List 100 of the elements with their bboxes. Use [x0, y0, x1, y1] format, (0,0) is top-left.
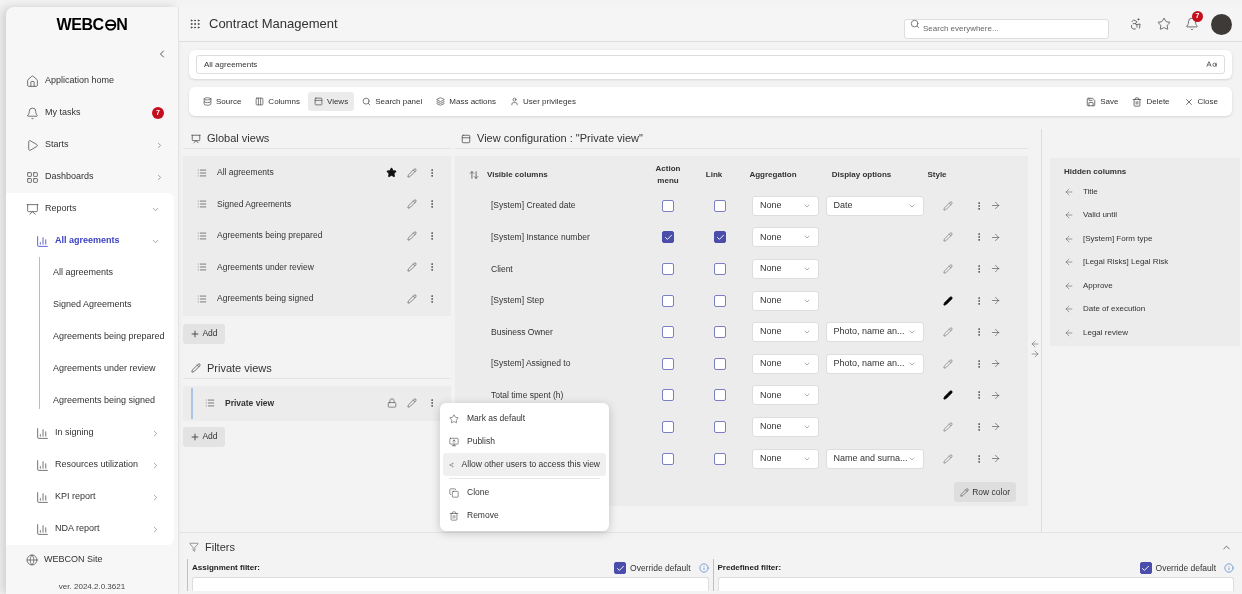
edit-icon[interactable] — [407, 262, 417, 273]
arrow-left-icon[interactable] — [1064, 233, 1074, 244]
tab[interactable]: Search panel — [356, 92, 429, 111]
checkbox[interactable] — [714, 357, 726, 370]
arrow-left-icon[interactable] — [1064, 304, 1074, 315]
sidebar-item[interactable]: All agreements — [6, 257, 174, 289]
menu-item[interactable]: Remove — [443, 504, 606, 527]
tab[interactable]: Columns — [249, 92, 306, 111]
filter-field[interactable] — [717, 577, 1234, 591]
view-item[interactable]: Signed Agreements — [183, 188, 451, 220]
sidebar-item[interactable]: Dashboards — [6, 161, 178, 193]
menu-item[interactable]: Publish — [443, 430, 606, 453]
view-item[interactable]: Agreements being prepared — [183, 220, 451, 252]
sidebar-item[interactable]: Agreements under review — [6, 353, 174, 385]
dropdown[interactable]: None — [752, 353, 819, 374]
sidebar-item[interactable]: Starts — [6, 129, 178, 161]
checkbox[interactable] — [662, 452, 674, 465]
dropdown[interactable]: Photo, name an... — [825, 322, 924, 343]
checkbox[interactable] — [714, 389, 726, 402]
checkbox[interactable] — [714, 452, 726, 465]
sidebar-item[interactable]: Reports — [6, 193, 174, 225]
edit-icon[interactable] — [407, 398, 417, 408]
sidebar-item[interactable]: Signed Agreements — [6, 289, 174, 321]
checkbox[interactable] — [662, 294, 674, 307]
arrow-right-icon[interactable] — [990, 421, 1001, 433]
checkbox[interactable] — [662, 357, 674, 370]
sidebar-item[interactable]: In signing — [6, 417, 174, 449]
tab[interactable]: Source — [197, 92, 248, 111]
tab[interactable]: Mass actions — [430, 92, 502, 111]
sidebar-item[interactable]: KPI report — [6, 481, 174, 513]
dropdown[interactable]: None — [752, 259, 819, 279]
arrow-left-icon[interactable] — [1064, 186, 1074, 197]
tab[interactable]: User privileges — [504, 92, 582, 111]
arrow-right-icon[interactable] — [990, 295, 1001, 307]
toolbar-button[interactable]: Close — [1177, 92, 1224, 111]
edit-icon[interactable] — [407, 199, 417, 210]
add-button[interactable]: Add — [183, 323, 225, 344]
arrow-left-icon[interactable] — [1064, 210, 1074, 221]
checkbox[interactable] — [662, 263, 674, 275]
arrow-left-icon[interactable] — [1064, 257, 1074, 268]
toolbar-button[interactable]: Delete — [1126, 92, 1176, 111]
edit-icon[interactable] — [407, 167, 417, 178]
checkbox[interactable] — [714, 263, 726, 275]
checkbox[interactable] — [714, 294, 726, 307]
arrow-right-icon[interactable] — [990, 358, 1001, 370]
arrow-left-icon[interactable] — [1029, 339, 1040, 349]
sidebar-item[interactable]: Agreements being signed — [6, 385, 174, 417]
checkbox[interactable] — [714, 231, 726, 244]
dropdown[interactable]: None — [752, 416, 819, 437]
dropdown[interactable]: Name and surna... — [825, 448, 924, 469]
checkbox[interactable] — [662, 420, 674, 433]
view-item[interactable]: All agreements — [183, 157, 451, 189]
arrow-left-icon[interactable] — [1064, 280, 1074, 291]
bell-icon[interactable] — [1185, 17, 1199, 31]
style-icon[interactable] — [943, 295, 953, 306]
add-button[interactable]: Add — [183, 426, 225, 447]
dropdown[interactable]: None — [752, 195, 819, 216]
arrow-right-icon[interactable] — [990, 263, 1001, 275]
row-color-button[interactable]: Row color — [954, 482, 1016, 503]
menu-item[interactable]: Allow other users to access this view — [443, 453, 606, 476]
dropdown[interactable]: None — [752, 290, 819, 311]
checkbox[interactable] — [714, 199, 726, 212]
accessibility-icon[interactable] — [1129, 17, 1143, 31]
dropdown[interactable]: Date — [825, 195, 924, 216]
toolbar-button[interactable]: Save — [1080, 92, 1125, 111]
sidebar-item[interactable]: NDA report — [6, 513, 174, 545]
dropdown[interactable]: None — [752, 448, 819, 469]
checkbox[interactable] — [714, 326, 726, 339]
arrow-right-icon[interactable] — [990, 200, 1001, 212]
sort-icon[interactable] — [469, 170, 479, 180]
edit-icon[interactable] — [407, 293, 417, 304]
checkbox[interactable] — [614, 562, 626, 574]
checkbox[interactable] — [1139, 562, 1152, 574]
filter-field[interactable] — [192, 577, 709, 591]
arrow-right-icon[interactable] — [1029, 349, 1040, 359]
menu-item[interactable]: Clone — [443, 481, 606, 504]
arrow-left-icon[interactable] — [1064, 327, 1074, 338]
star-icon[interactable] — [1157, 17, 1171, 31]
dropdown[interactable]: None — [752, 322, 819, 343]
sidebar-item[interactable]: WEBCON Site — [6, 547, 178, 573]
edit-icon[interactable] — [407, 230, 417, 241]
arrow-right-icon[interactable] — [990, 453, 1001, 465]
checkbox[interactable] — [662, 389, 674, 402]
arrow-right-icon[interactable] — [990, 326, 1001, 338]
sidebar-item[interactable]: Agreements being prepared — [6, 321, 174, 353]
sidebar-item[interactable]: Resources utilization — [6, 449, 174, 481]
search-field[interactable]: Search everywhere... — [904, 18, 1109, 39]
arrow-right-icon[interactable] — [990, 231, 1001, 243]
dropdown[interactable]: None — [752, 385, 819, 406]
style-icon[interactable] — [943, 390, 953, 401]
arrow-right-icon[interactable] — [990, 389, 1001, 401]
checkbox[interactable] — [714, 420, 726, 433]
avatar[interactable] — [1211, 13, 1232, 35]
sidebar-item[interactable]: All agreements — [6, 225, 174, 257]
sidebar-item[interactable]: Application home — [6, 65, 178, 97]
dropdown[interactable]: Photo, name an... — [825, 353, 924, 374]
checkbox[interactable] — [662, 199, 674, 212]
dropdown[interactable]: None — [752, 227, 819, 248]
checkbox[interactable] — [662, 326, 674, 339]
view-item[interactable]: Agreements being signed — [183, 283, 451, 315]
